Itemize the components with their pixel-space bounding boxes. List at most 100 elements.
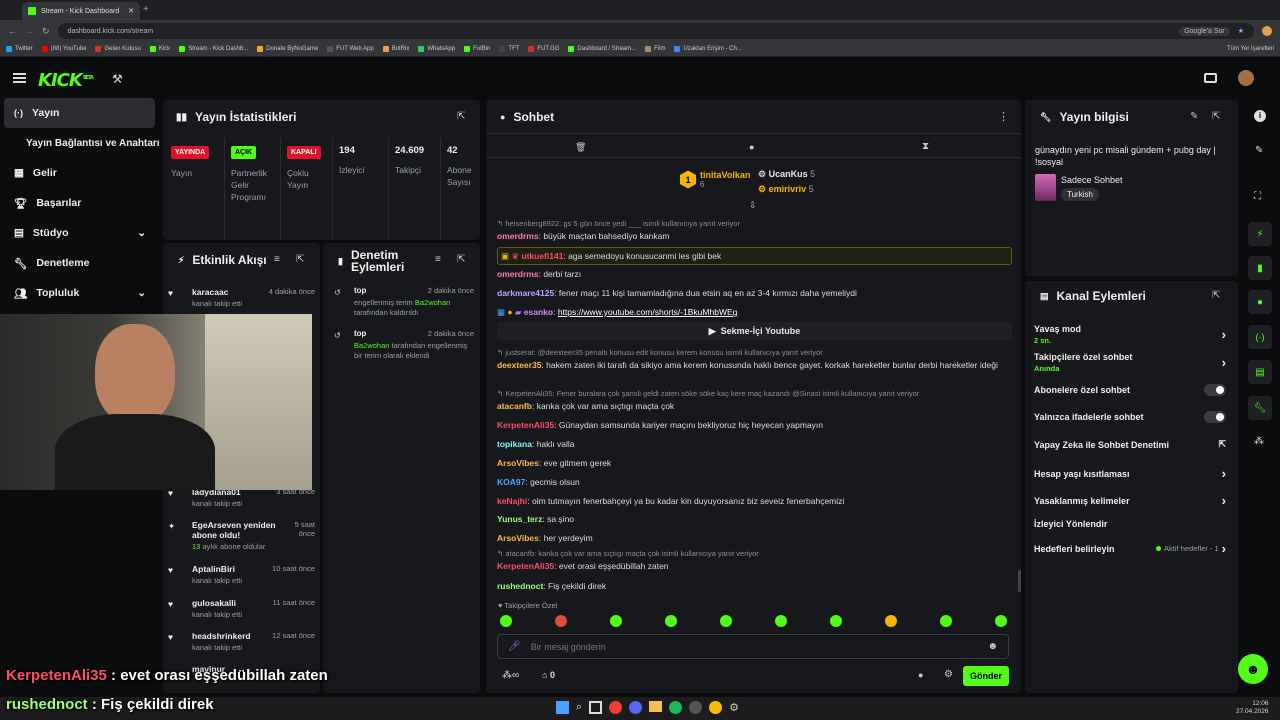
chat-username[interactable]: omerdrms bbox=[497, 231, 539, 241]
chat-message-field[interactable] bbox=[530, 641, 978, 652]
bookmark-item[interactable]: TFT bbox=[499, 46, 519, 52]
info-icon[interactable]: i bbox=[1254, 110, 1266, 122]
chat-message[interactable]: KOA97: gecmis olsun bbox=[497, 476, 1012, 488]
store-counter[interactable]: ⌂ 0 bbox=[542, 670, 555, 680]
chat-username[interactable]: esanko bbox=[524, 307, 553, 317]
chat-message[interactable]: ▦ ● ▰ esanko: https://www.youtube.com/sh… bbox=[497, 306, 1012, 318]
chat-message[interactable]: topikana: haklı valla bbox=[497, 438, 1012, 450]
chat-username[interactable]: ArsoVibes bbox=[497, 533, 539, 543]
rail-list-button[interactable]: ▤ bbox=[1248, 360, 1272, 384]
bookmark-item[interactable]: (88) YouTube bbox=[41, 46, 86, 52]
sidebar-item-studyo[interactable]: ▤ Stüdyo ⌄ bbox=[0, 218, 160, 248]
hammer-icon[interactable]: ⚒ bbox=[112, 72, 123, 86]
expand-icon[interactable]: ⇩ bbox=[749, 200, 757, 211]
chat-message[interactable]: keNajhi: olm tutmayın fenerbahçeyi ya bu… bbox=[497, 495, 1012, 507]
bookmark-item[interactable]: BotRix bbox=[382, 46, 409, 52]
profile-icon[interactable] bbox=[1262, 26, 1272, 36]
chat-message[interactable]: rushednoct: Fiş çekildi direk bbox=[497, 580, 1012, 592]
goals-setting[interactable]: Hedefleri belirleyin Aktif hedefler - 1 › bbox=[1034, 541, 1226, 556]
emote-icon[interactable] bbox=[665, 615, 677, 627]
chrome-icon[interactable] bbox=[609, 701, 623, 714]
chat-message[interactable]: omerdrms: derbi tarzı bbox=[497, 268, 1012, 280]
chat-message[interactable]: ArsoVibes: eve gitmem gerek bbox=[497, 457, 1012, 469]
chat-username[interactable]: darkmare4125 bbox=[497, 288, 554, 298]
chat-input[interactable]: 🎤︎ ☻ bbox=[497, 634, 1009, 659]
chat-username[interactable]: atacanfb bbox=[497, 401, 532, 411]
sidebar-item-stream-key[interactable]: Yayın Bağlantısı ve Anahtarı bbox=[12, 128, 172, 158]
chat-username[interactable]: KerpetenAli35 bbox=[497, 561, 554, 571]
community-icon[interactable]: ⁂ bbox=[1254, 436, 1264, 447]
chat-username[interactable]: deexteer35 bbox=[497, 360, 541, 370]
all-bookmarks-button[interactable]: Tüm Yer İşaretleri bbox=[1227, 46, 1274, 52]
slow-mode-setting[interactable]: Yavaş mod 2 sn. › bbox=[1034, 324, 1226, 345]
chat-message[interactable]: ArsoVibes: her yerdeyim bbox=[497, 532, 1012, 544]
filter-icon[interactable]: ≡ bbox=[435, 254, 441, 265]
windows-start-icon[interactable] bbox=[556, 701, 569, 714]
rail-chat-button[interactable]: ● bbox=[1248, 290, 1272, 314]
chat-popout-icon[interactable]: ● bbox=[918, 670, 923, 680]
sidebar-item-basarilar[interactable]: 🏆︎ Başarılar bbox=[0, 188, 160, 218]
chat-message[interactable]: KerpetenAli35: Günaydan samsunda kariyer… bbox=[497, 419, 1012, 431]
emote-icon[interactable] bbox=[830, 615, 842, 627]
emotes-only-setting[interactable]: Yalnızca ifadelerle sohbet bbox=[1034, 411, 1226, 423]
emote-icon[interactable] bbox=[610, 615, 622, 627]
bookmark-item[interactable]: Gelen Kutusu bbox=[95, 46, 141, 52]
search-icon[interactable]: ⌕ bbox=[576, 701, 582, 714]
new-tab-icon[interactable]: + bbox=[143, 4, 149, 15]
emote-icon[interactable] bbox=[720, 615, 732, 627]
chat-message[interactable]: KerpetenAli35: evet orasi eşşedübillah z… bbox=[497, 560, 1012, 572]
emote-icon[interactable] bbox=[995, 615, 1007, 627]
category-name[interactable]: Sadece Sohbet bbox=[1061, 175, 1123, 185]
send-button[interactable]: Gönder bbox=[963, 666, 1009, 686]
chat-username[interactable]: KerpetenAli35 bbox=[497, 420, 554, 430]
expand-icon[interactable]: ⛶ bbox=[1254, 191, 1261, 202]
support-button[interactable]: ☻ bbox=[1238, 654, 1268, 684]
close-icon[interactable]: ✕ bbox=[128, 7, 134, 15]
chat-message[interactable]: darkmare4125: fener maçı 11 kişi tamamla… bbox=[497, 287, 1012, 299]
emote-icon[interactable] bbox=[500, 615, 512, 627]
kick-logo[interactable]: KICKBETA bbox=[38, 70, 94, 91]
filter-icon[interactable]: ≡ bbox=[274, 254, 280, 265]
bookmark-item[interactable]: WhatsApp bbox=[418, 46, 455, 52]
browser-icon[interactable] bbox=[709, 701, 723, 714]
ai-moderation-setting[interactable]: Yapay Zeka ile Sohbet Denetimi ⇱ bbox=[1034, 439, 1226, 450]
more-options-icon[interactable]: ⋮ bbox=[998, 110, 1009, 123]
bookmark-item[interactable]: Film bbox=[645, 46, 665, 52]
task-view-icon[interactable] bbox=[589, 701, 603, 714]
bookmark-item[interactable]: Donate ByNoGame bbox=[257, 46, 318, 52]
discord-icon[interactable] bbox=[629, 701, 643, 714]
bookmark-item[interactable]: Kick bbox=[149, 46, 170, 52]
chat-message[interactable]: atacanfb: kanka çok var ama sıçtıgı maçt… bbox=[497, 400, 1012, 412]
bookmark-item[interactable]: Stream - Kick Dashb... bbox=[179, 46, 248, 52]
address-bar[interactable]: dashboard.kick.com/stream Google'a Sor ★ bbox=[57, 23, 1254, 39]
bookmark-item[interactable]: FUT Web App bbox=[327, 46, 374, 52]
sidebar-item-topluluk[interactable]: 👥︎ Topluluk ⌄ bbox=[0, 278, 160, 308]
scrollbar[interactable] bbox=[1018, 570, 1021, 592]
emote-icon[interactable] bbox=[885, 615, 897, 627]
chat-username[interactable]: omerdrms bbox=[497, 269, 539, 279]
forward-icon[interactable]: → bbox=[25, 26, 34, 36]
popout-icon[interactable]: ⇱ bbox=[457, 254, 465, 265]
rail-lightning-button[interactable]: ⚡︎ bbox=[1248, 222, 1272, 246]
star-icon[interactable]: ★ bbox=[1238, 27, 1244, 35]
rail-wrench-button[interactable]: 🔧︎ bbox=[1248, 396, 1272, 420]
chat-message[interactable]: ▣ ♛ utkuefi141: aga semedoyu konusucanmi… bbox=[497, 247, 1012, 265]
chat-username[interactable]: utkuefi141 bbox=[521, 251, 563, 261]
bookmark-item[interactable]: Dashboard / Stream... bbox=[568, 46, 636, 52]
settings-icon[interactable]: ⚙︎ bbox=[729, 701, 739, 714]
chat-message[interactable]: deexteer35: hakem zaten iki tarafı da si… bbox=[497, 359, 1012, 371]
emote-icon[interactable] bbox=[940, 615, 952, 627]
folder-icon[interactable] bbox=[649, 701, 663, 712]
account-age-setting[interactable]: Hesap yaşı kısıtlaması › bbox=[1034, 466, 1226, 481]
bookmark-item[interactable]: Uzaktan Erişim - Ch... bbox=[674, 46, 742, 52]
chat-message[interactable]: Yunus_terz: sa şino bbox=[497, 513, 1012, 525]
obs-icon[interactable] bbox=[689, 701, 703, 714]
raid-setting[interactable]: İzleyici Yönlendir bbox=[1034, 519, 1226, 529]
trash-icon[interactable]: 🗑︎ bbox=[575, 142, 586, 153]
reload-icon[interactable]: ↻ bbox=[42, 26, 50, 37]
chat-username[interactable]: ArsoVibes bbox=[497, 458, 539, 468]
menu-icon[interactable] bbox=[13, 73, 26, 83]
chat-username[interactable]: topikana bbox=[497, 439, 532, 449]
popout-icon[interactable]: ⇱ bbox=[296, 254, 304, 265]
back-icon[interactable]: ← bbox=[8, 26, 17, 36]
